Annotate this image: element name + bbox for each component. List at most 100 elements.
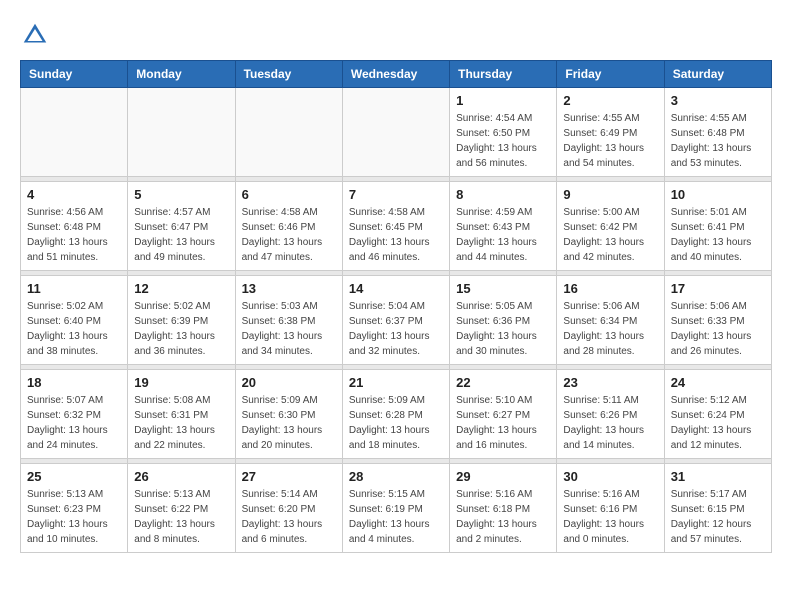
day-info: Sunrise: 4:58 AM Sunset: 6:45 PM Dayligh…	[349, 205, 443, 265]
day-info: Sunrise: 5:09 AM Sunset: 6:28 PM Dayligh…	[349, 393, 443, 453]
day-number: 13	[242, 281, 336, 296]
weekday-header-wednesday: Wednesday	[342, 61, 449, 88]
calendar-day-cell	[235, 88, 342, 177]
calendar-day-cell: 29Sunrise: 5:16 AM Sunset: 6:18 PM Dayli…	[450, 464, 557, 553]
calendar-day-cell	[21, 88, 128, 177]
calendar-day-cell: 5Sunrise: 4:57 AM Sunset: 6:47 PM Daylig…	[128, 182, 235, 271]
day-number: 25	[27, 469, 121, 484]
calendar-day-cell: 9 Sunrise: 5:00 AM Sunset: 6:42 PM Daylig…	[557, 182, 664, 271]
logo	[20, 20, 54, 50]
day-number: 24	[671, 375, 765, 390]
day-info: Sunrise: 4:59 AM Sunset: 6:43 PM Dayligh…	[456, 205, 550, 265]
calendar-week-row: 25 Sunrise: 5:13 AM Sunset: 6:23 PM Dayli…	[21, 464, 772, 553]
calendar-week-row: 11 Sunrise: 5:02 AM Sunset: 6:40 PM Dayli…	[21, 276, 772, 365]
calendar-day-cell: 1 Sunrise: 4:54 AM Sunset: 6:50 PM Daylig…	[450, 88, 557, 177]
day-info: Sunrise: 5:17 AM Sunset: 6:15 PM Dayligh…	[671, 487, 765, 547]
day-info: Sunrise: 5:13 AM Sunset: 6:23 PM Dayligh…	[27, 487, 121, 547]
day-info: Sunrise: 5:06 AM Sunset: 6:33 PM Dayligh…	[671, 299, 765, 359]
day-info: Sunrise: 5:07 AM Sunset: 6:32 PM Dayligh…	[27, 393, 121, 453]
day-number: 21	[349, 375, 443, 390]
day-info: Sunrise: 5:06 AM Sunset: 6:34 PM Dayligh…	[563, 299, 657, 359]
day-info: Sunrise: 4:55 AM Sunset: 6:49 PM Dayligh…	[563, 111, 657, 171]
day-number: 30	[563, 469, 657, 484]
day-number: 16	[563, 281, 657, 296]
calendar-day-cell: 30 Sunrise: 5:16 AM Sunset: 6:16 PM Dayli…	[557, 464, 664, 553]
day-number: 28	[349, 469, 443, 484]
day-number: 8	[456, 187, 550, 202]
calendar-day-cell: 8 Sunrise: 4:59 AM Sunset: 6:43 PM Daylig…	[450, 182, 557, 271]
day-number: 2	[563, 93, 657, 108]
weekday-header-saturday: Saturday	[664, 61, 771, 88]
day-number: 31	[671, 469, 765, 484]
day-info: Sunrise: 5:02 AM Sunset: 6:39 PM Dayligh…	[134, 299, 228, 359]
day-number: 1	[456, 93, 550, 108]
day-info: Sunrise: 5:11 AM Sunset: 6:26 PM Dayligh…	[563, 393, 657, 453]
day-info: Sunrise: 4:55 AM Sunset: 6:48 PM Dayligh…	[671, 111, 765, 171]
day-info: Sunrise: 5:10 AM Sunset: 6:27 PM Dayligh…	[456, 393, 550, 453]
page-header	[20, 20, 772, 50]
day-info: Sunrise: 5:01 AM Sunset: 6:41 PM Dayligh…	[671, 205, 765, 265]
day-info: Sunrise: 5:05 AM Sunset: 6:36 PM Dayligh…	[456, 299, 550, 359]
calendar-week-row: 1 Sunrise: 4:54 AM Sunset: 6:50 PM Daylig…	[21, 88, 772, 177]
calendar-day-cell: 15 Sunrise: 5:05 AM Sunset: 6:36 PM Dayli…	[450, 276, 557, 365]
day-info: Sunrise: 5:03 AM Sunset: 6:38 PM Dayligh…	[242, 299, 336, 359]
day-number: 27	[242, 469, 336, 484]
calendar-day-cell	[342, 88, 449, 177]
calendar-day-cell: 2 Sunrise: 4:55 AM Sunset: 6:49 PM Daylig…	[557, 88, 664, 177]
day-info: Sunrise: 5:00 AM Sunset: 6:42 PM Dayligh…	[563, 205, 657, 265]
calendar-day-cell: 17 Sunrise: 5:06 AM Sunset: 6:33 PM Dayli…	[664, 276, 771, 365]
day-info: Sunrise: 5:16 AM Sunset: 6:16 PM Dayligh…	[563, 487, 657, 547]
day-info: Sunrise: 5:09 AM Sunset: 6:30 PM Dayligh…	[242, 393, 336, 453]
day-number: 23	[563, 375, 657, 390]
day-number: 7	[349, 187, 443, 202]
calendar-day-cell: 31 Sunrise: 5:17 AM Sunset: 6:15 PM Dayli…	[664, 464, 771, 553]
day-info: Sunrise: 4:56 AM Sunset: 6:48 PM Dayligh…	[27, 205, 121, 265]
calendar-day-cell: 16 Sunrise: 5:06 AM Sunset: 6:34 PM Dayli…	[557, 276, 664, 365]
day-number: 18	[27, 375, 121, 390]
weekday-header-row: SundayMondayTuesdayWednesdayThursdayFrid…	[21, 61, 772, 88]
calendar-table: SundayMondayTuesdayWednesdayThursdayFrid…	[20, 60, 772, 553]
calendar-day-cell: 12Sunrise: 5:02 AM Sunset: 6:39 PM Dayli…	[128, 276, 235, 365]
day-number: 10	[671, 187, 765, 202]
day-number: 6	[242, 187, 336, 202]
weekday-header-friday: Friday	[557, 61, 664, 88]
day-info: Sunrise: 5:12 AM Sunset: 6:24 PM Dayligh…	[671, 393, 765, 453]
day-number: 19	[134, 375, 228, 390]
calendar-day-cell: 24 Sunrise: 5:12 AM Sunset: 6:24 PM Dayli…	[664, 370, 771, 459]
day-info: Sunrise: 4:58 AM Sunset: 6:46 PM Dayligh…	[242, 205, 336, 265]
weekday-header-thursday: Thursday	[450, 61, 557, 88]
calendar-day-cell: 4Sunrise: 4:56 AM Sunset: 6:48 PM Daylig…	[21, 182, 128, 271]
day-info: Sunrise: 5:04 AM Sunset: 6:37 PM Dayligh…	[349, 299, 443, 359]
day-number: 11	[27, 281, 121, 296]
calendar-day-cell: 6 Sunrise: 4:58 AM Sunset: 6:46 PM Daylig…	[235, 182, 342, 271]
day-number: 9	[563, 187, 657, 202]
calendar-day-cell: 22Sunrise: 5:10 AM Sunset: 6:27 PM Dayli…	[450, 370, 557, 459]
day-info: Sunrise: 5:08 AM Sunset: 6:31 PM Dayligh…	[134, 393, 228, 453]
day-number: 29	[456, 469, 550, 484]
calendar-day-cell: 7 Sunrise: 4:58 AM Sunset: 6:45 PM Daylig…	[342, 182, 449, 271]
day-number: 15	[456, 281, 550, 296]
weekday-header-tuesday: Tuesday	[235, 61, 342, 88]
calendar-day-cell: 25 Sunrise: 5:13 AM Sunset: 6:23 PM Dayli…	[21, 464, 128, 553]
calendar-day-cell	[128, 88, 235, 177]
day-number: 3	[671, 93, 765, 108]
day-info: Sunrise: 5:15 AM Sunset: 6:19 PM Dayligh…	[349, 487, 443, 547]
calendar-day-cell: 28 Sunrise: 5:15 AM Sunset: 6:19 PM Dayli…	[342, 464, 449, 553]
day-info: Sunrise: 5:02 AM Sunset: 6:40 PM Dayligh…	[27, 299, 121, 359]
calendar-day-cell: 10 Sunrise: 5:01 AM Sunset: 6:41 PM Dayli…	[664, 182, 771, 271]
logo-icon	[20, 20, 50, 50]
day-info: Sunrise: 4:57 AM Sunset: 6:47 PM Dayligh…	[134, 205, 228, 265]
day-number: 14	[349, 281, 443, 296]
weekday-header-sunday: Sunday	[21, 61, 128, 88]
calendar-day-cell: 14 Sunrise: 5:04 AM Sunset: 6:37 PM Dayli…	[342, 276, 449, 365]
calendar-day-cell: 27Sunrise: 5:14 AM Sunset: 6:20 PM Dayli…	[235, 464, 342, 553]
calendar-day-cell: 21 Sunrise: 5:09 AM Sunset: 6:28 PM Dayli…	[342, 370, 449, 459]
day-info: Sunrise: 4:54 AM Sunset: 6:50 PM Dayligh…	[456, 111, 550, 171]
calendar-day-cell: 11 Sunrise: 5:02 AM Sunset: 6:40 PM Dayli…	[21, 276, 128, 365]
day-number: 26	[134, 469, 228, 484]
day-number: 20	[242, 375, 336, 390]
calendar-day-cell: 26 Sunrise: 5:13 AM Sunset: 6:22 PM Dayli…	[128, 464, 235, 553]
day-number: 17	[671, 281, 765, 296]
calendar-day-cell: 20 Sunrise: 5:09 AM Sunset: 6:30 PM Dayli…	[235, 370, 342, 459]
day-info: Sunrise: 5:13 AM Sunset: 6:22 PM Dayligh…	[134, 487, 228, 547]
